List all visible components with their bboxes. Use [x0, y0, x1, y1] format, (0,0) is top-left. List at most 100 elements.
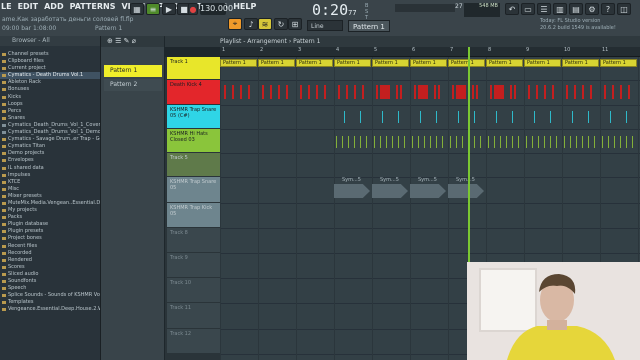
- news-panel[interactable]: Today: FL Studio version 20.6.2 build 15…: [540, 18, 616, 32]
- track-header[interactable]: KSHMR Trap Kick 05: [167, 203, 220, 227]
- browser-item[interactable]: Cymatics_Death_Drums_Vol_1_Cover: [0, 122, 100, 129]
- track-header[interactable]: KSHMR Hi Hats Closed 03: [167, 129, 220, 152]
- mixer-button[interactable]: ☰: [537, 3, 551, 15]
- undo-button[interactable]: ↶: [505, 3, 519, 15]
- pattern-clip[interactable]: Pattern 1: [524, 59, 561, 67]
- browser-item[interactable]: Snares: [0, 115, 100, 122]
- pattern-clip[interactable]: Pattern 1: [372, 59, 409, 67]
- blend-button[interactable]: ≋: [258, 18, 272, 30]
- automation-clip[interactable]: [410, 184, 446, 198]
- browser-item[interactable]: Splice Sounds - Sounds of KSHMR Vol.2: [0, 292, 100, 299]
- master-volume-slider[interactable]: [395, 4, 455, 12]
- browser-item[interactable]: Cymatics - Death Drums Vol.1: [0, 72, 100, 80]
- browser-item[interactable]: Demo projects: [0, 150, 100, 157]
- browser-item[interactable]: Cymatics_Death_Drums_Vol_1_Demo: [0, 129, 100, 136]
- browser-item[interactable]: Envelopes: [0, 157, 100, 164]
- browser-item[interactable]: Mixer presets: [0, 193, 100, 200]
- browser-item[interactable]: Percs: [0, 108, 100, 115]
- snap-button[interactable]: ⌖: [228, 18, 242, 30]
- song-mode-button[interactable]: ≡: [146, 3, 160, 15]
- track-header[interactable]: Track 12: [167, 329, 220, 353]
- pat-song-toggle[interactable]: ▦: [130, 3, 144, 15]
- metronome-button[interactable]: ♪: [244, 18, 258, 30]
- track-lane[interactable]: [220, 105, 640, 130]
- browser-item[interactable]: Recorded: [0, 250, 100, 257]
- browser-item[interactable]: Templates: [0, 299, 100, 306]
- browser-item[interactable]: Recent files: [0, 243, 100, 250]
- track-header[interactable]: Track 8: [167, 228, 220, 252]
- browser-item[interactable]: Misc: [0, 186, 100, 193]
- track-header[interactable]: KSHMR Trap Snare 05 (C#): [167, 105, 220, 128]
- browser-item[interactable]: Loops: [0, 101, 100, 108]
- pattern-item-2[interactable]: Pattern 2: [104, 79, 162, 91]
- pattern-clip[interactable]: Pattern 1: [448, 59, 485, 67]
- track-header[interactable]: Track 10: [167, 278, 220, 302]
- pattern-clip[interactable]: Pattern 1: [486, 59, 523, 67]
- menu-item-add[interactable]: ADD: [43, 2, 64, 16]
- track-header[interactable]: Track 1: [167, 57, 220, 79]
- menu-item-patterns[interactable]: PATTERNS: [69, 2, 117, 16]
- cpu-button[interactable]: ◫: [617, 3, 631, 15]
- pattern-clip[interactable]: Pattern 1: [334, 59, 371, 67]
- panel-button[interactable]: ▭: [521, 3, 535, 15]
- browser-item[interactable]: Cymatics - Savage Drum..er Trap - Gold E…: [0, 136, 100, 143]
- menu-item-help[interactable]: HELP: [232, 2, 257, 16]
- automation-clip[interactable]: [334, 184, 370, 198]
- track-lane[interactable]: [220, 80, 640, 106]
- pattern-select[interactable]: Pattern 1: [348, 20, 390, 32]
- snap-select[interactable]: Line: [307, 20, 343, 31]
- browser-item[interactable]: Plugin presets: [0, 228, 100, 235]
- browser-item[interactable]: Kicks: [0, 94, 100, 101]
- menu-item-edit[interactable]: EDIT: [17, 2, 40, 16]
- pattern-clip[interactable]: Pattern 1: [258, 59, 295, 67]
- browser-item[interactable]: Packs: [0, 214, 100, 221]
- track-header[interactable]: Track 9: [167, 253, 220, 277]
- pattern-clip[interactable]: Pattern 1: [296, 59, 333, 67]
- track-lane[interactable]: [220, 153, 640, 178]
- browser-item[interactable]: KTCE: [0, 179, 100, 186]
- timeline-ruler[interactable]: 1 2 3 4 5 6 7 8 9 10 11: [220, 47, 640, 57]
- browser-item[interactable]: Rendered: [0, 257, 100, 264]
- record-button[interactable]: ●: [188, 3, 198, 15]
- tempo-display[interactable]: 130.000: [200, 3, 233, 15]
- step-edit-button[interactable]: ⊞: [288, 18, 302, 30]
- browser-item[interactable]: Plugin database: [0, 221, 100, 228]
- menu-item-le[interactable]: LE: [0, 2, 13, 16]
- track-header[interactable]: Death Kick 4: [167, 80, 220, 104]
- browser-item[interactable]: Soundfonts: [0, 278, 100, 285]
- time-display[interactable]: 0:2077: [312, 1, 362, 19]
- track-lane[interactable]: [220, 228, 640, 254]
- browser-item[interactable]: Vengeance.Essential.Deep.House.2.WAV: [0, 306, 100, 313]
- track-header[interactable]: Track 5: [167, 153, 220, 176]
- pattern-clip[interactable]: Pattern 1: [562, 59, 599, 67]
- automation-clip[interactable]: [448, 184, 484, 198]
- browser-item[interactable]: MuteMix.Media.Vengean..Essential.Deep.Ho…: [0, 200, 100, 207]
- track-header[interactable]: Track 11: [167, 303, 220, 328]
- automation-clip[interactable]: [372, 184, 408, 198]
- browser-item[interactable]: Cymatics Titan: [0, 143, 100, 150]
- browser-item[interactable]: Bonuses: [0, 86, 100, 93]
- plugin-button[interactable]: ⚙: [585, 3, 599, 15]
- help-button[interactable]: ?: [601, 3, 615, 15]
- loop-record-button[interactable]: ↻: [274, 18, 288, 30]
- piano-roll-button[interactable]: ▥: [553, 3, 567, 15]
- pattern-clip[interactable]: Pattern 1: [220, 59, 257, 67]
- browser-item[interactable]: IL shared data: [0, 165, 100, 172]
- browser-item[interactable]: Project bones: [0, 235, 100, 242]
- pattern-item-1[interactable]: Pattern 1: [104, 65, 162, 77]
- play-button[interactable]: ▶: [162, 3, 176, 15]
- track-lane[interactable]: [220, 203, 640, 229]
- browser-item[interactable]: Clipboard files: [0, 58, 100, 65]
- browser-item[interactable]: Channel presets: [0, 51, 100, 58]
- pattern-clip[interactable]: Pattern 1: [600, 59, 637, 67]
- browser-item[interactable]: Impulses: [0, 172, 100, 179]
- browser-item[interactable]: Ableton Rack: [0, 79, 100, 86]
- browser-item[interactable]: Speech: [0, 285, 100, 292]
- browser-button[interactable]: ▤: [569, 3, 583, 15]
- browser-item[interactable]: My projects: [0, 207, 100, 214]
- browser-item[interactable]: Scores: [0, 264, 100, 271]
- browser-item[interactable]: Current project: [0, 65, 100, 72]
- track-header[interactable]: KSHMR Trap Snare 05: [167, 177, 220, 202]
- pattern-clip[interactable]: Pattern 1: [410, 59, 447, 67]
- browser-item[interactable]: Sliced audio: [0, 271, 100, 278]
